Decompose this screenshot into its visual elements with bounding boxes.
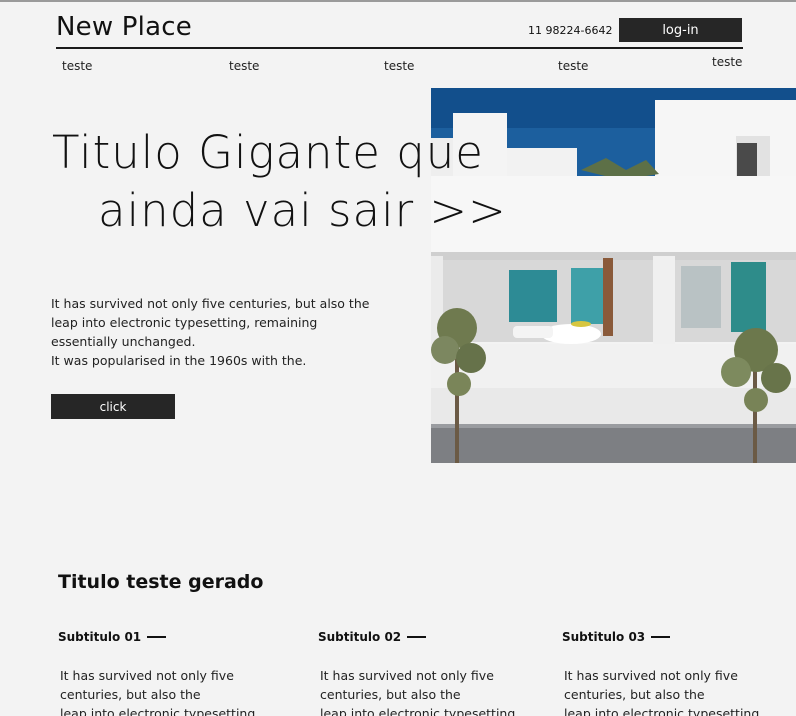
dash-icon (651, 636, 671, 638)
feature-text-line: leap into electronic typesetting, (60, 706, 260, 716)
feature-subtitle: Subtitulo 01 (58, 630, 288, 644)
nav-item-4[interactable]: teste (558, 59, 588, 73)
feature-text-line: leap into electronic typesetting, (320, 706, 520, 716)
feature-text-line: centuries, but also the (60, 687, 201, 702)
login-button[interactable]: log-in (619, 18, 742, 42)
nav-item-3[interactable]: teste (384, 59, 414, 73)
feature-text-line: It has survived not only five (60, 668, 234, 683)
feature-body: It has survived not only five centuries,… (564, 666, 792, 716)
feature-subtitle: Subtitulo 03 (562, 630, 792, 644)
feature-body: It has survived not only five centuries,… (320, 666, 548, 716)
phone-number: 11 98224-6642 (528, 24, 613, 37)
dash-icon (407, 636, 427, 638)
hero-text-line: It was popularised in the 1960s with the… (51, 353, 307, 368)
nav-item-5[interactable]: teste (712, 55, 742, 69)
nav-item-2[interactable]: teste (229, 59, 259, 73)
top-border (0, 0, 796, 2)
nav-item-1[interactable]: teste (62, 59, 92, 73)
hero-title: Titulo Gigante que ainda vai sair >> (52, 124, 507, 240)
click-button[interactable]: click (51, 394, 175, 419)
feature-text-line: It has survived not only five (564, 668, 738, 683)
dash-icon (147, 636, 167, 638)
feature-subtitle-text: Subtitulo 01 (58, 630, 142, 644)
feature-subtitle-text: Subtitulo 02 (318, 630, 402, 644)
feature-subtitle-text: Subtitulo 03 (562, 630, 646, 644)
feature-text-line: It has survived not only five (320, 668, 494, 683)
feature-card-3: Subtitulo 03 It has survived not only fi… (562, 630, 792, 716)
hero-description: It has survived not only five centuries,… (51, 294, 381, 370)
feature-card-2: Subtitulo 02 It has survived not only fi… (318, 630, 548, 716)
feature-body: It has survived not only five centuries,… (60, 666, 288, 716)
site-logo[interactable]: New Place (56, 12, 192, 42)
feature-text-line: leap into electronic typesetting, (564, 706, 764, 716)
hero-title-line-2: ainda vai sair >> (98, 184, 507, 237)
hero-text-line: leap into electronic typesetting, remain… (51, 315, 318, 330)
feature-subtitle: Subtitulo 02 (318, 630, 548, 644)
feature-text-line: centuries, but also the (320, 687, 461, 702)
feature-text-line: centuries, but also the (564, 687, 705, 702)
feature-card-1: Subtitulo 01 It has survived not only fi… (58, 630, 288, 716)
hero-text-line: essentially unchanged. (51, 334, 196, 349)
hero-text-line: It has survived not only five centuries,… (51, 296, 370, 311)
section-title: Titulo teste gerado (58, 571, 264, 593)
nav-divider (56, 47, 743, 49)
hero-title-line-1: Titulo Gigante que (52, 126, 484, 179)
